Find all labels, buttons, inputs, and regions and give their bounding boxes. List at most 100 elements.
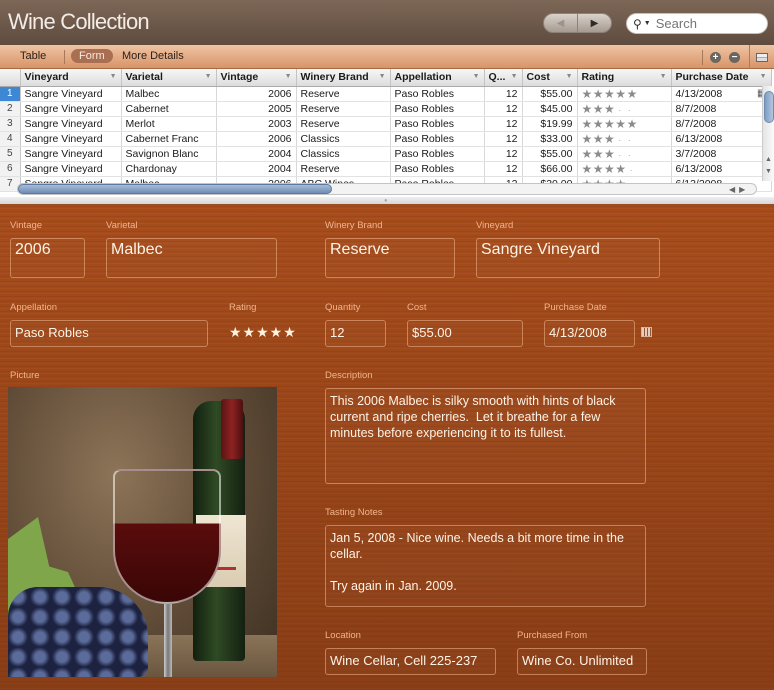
table-row[interactable]: 3 Sangre Vineyard Merlot 2003 Reserve Paso Ro…	[0, 116, 772, 132]
cell-appellation[interactable]: Paso Robles	[390, 86, 485, 102]
cell-brand[interactable]: Reserve	[296, 86, 391, 102]
cell-date[interactable]: 3/7/2008	[671, 146, 772, 162]
table-row[interactable]: 5 Sangre Vineyard Savignon Blanc 2004 Classi…	[0, 146, 772, 162]
cost-field[interactable]: $55.00	[407, 320, 523, 347]
horizontal-scroll-thumb[interactable]	[18, 184, 332, 194]
star-empty-dot-icon[interactable]: ·	[618, 105, 622, 115]
cell-vineyard[interactable]: Sangre Vineyard	[20, 101, 122, 117]
cell-date[interactable]: 6/13/2008	[671, 131, 772, 147]
column-header-purchase-date[interactable]: Purchase Date ▼	[671, 69, 772, 87]
vertical-scrollbar[interactable]: ▲ ▼	[762, 86, 774, 181]
cell-rating[interactable]: ★★★ · ·	[577, 131, 672, 147]
cell-vintage[interactable]: 2004	[216, 146, 297, 162]
star-filled-icon[interactable]: ★	[593, 102, 604, 116]
winery-brand-field[interactable]: Reserve	[325, 238, 455, 278]
star-empty-dot-icon[interactable]: ·	[618, 135, 622, 145]
table-row[interactable]: 2 Sangre Vineyard Cabernet 2005 Reserve Paso …	[0, 101, 772, 117]
sort-arrow-icon[interactable]: ▼	[660, 73, 667, 80]
sort-arrow-icon[interactable]: ▼	[205, 73, 212, 80]
cell-cost[interactable]: $19.99	[522, 116, 578, 132]
star-filled-icon[interactable]: ★	[582, 147, 593, 161]
row-number-cell[interactable]: 4	[0, 131, 21, 147]
cell-rating[interactable]: ★★★ · ·	[577, 146, 672, 162]
star-filled-icon[interactable]: ★	[604, 162, 615, 176]
star-filled-icon[interactable]: ★	[627, 87, 638, 101]
star-filled-icon[interactable]: ★	[582, 117, 593, 131]
column-header-vintage[interactable]: Vintage ▼	[216, 69, 297, 87]
cell-vintage[interactable]: 2004	[216, 161, 297, 177]
search-input[interactable]	[655, 16, 756, 31]
cell-qty[interactable]: 12	[484, 161, 523, 177]
star-empty-dot-icon[interactable]: ·	[628, 135, 632, 145]
cell-qty[interactable]: 12	[484, 101, 523, 117]
star-filled-icon[interactable]: ★	[582, 162, 593, 176]
cell-brand[interactable]: Classics	[296, 146, 391, 162]
sort-arrow-icon[interactable]: ▼	[566, 73, 573, 80]
column-header-vineyard[interactable]: Vineyard ▼	[20, 69, 122, 87]
back-button[interactable]: ◀	[544, 14, 578, 32]
add-record-button[interactable]: +	[710, 52, 721, 63]
cell-rating[interactable]: ★★★ · ·	[577, 101, 672, 117]
cell-vintage[interactable]: 2005	[216, 101, 297, 117]
table-row[interactable]: 6 Sangre Vineyard Chardonay 2004 Reserve Paso…	[0, 161, 772, 177]
cell-qty[interactable]: 12	[484, 116, 523, 132]
cell-varietal[interactable]: Cabernet Franc	[121, 131, 217, 147]
scroll-up-arrow-icon[interactable]: ▲	[765, 156, 772, 163]
cell-brand[interactable]: Classics	[296, 131, 391, 147]
column-header-varietal[interactable]: Varietal ▼	[121, 69, 217, 87]
table-row[interactable]: 4 Sangre Vineyard Cabernet Franc 2006 Classi…	[0, 131, 772, 147]
star-filled-icon[interactable]: ★	[615, 87, 626, 101]
star-filled-icon[interactable]: ★	[604, 87, 615, 101]
cell-appellation[interactable]: Paso Robles	[390, 116, 485, 132]
cell-brand[interactable]: Reserve	[296, 101, 391, 117]
vertical-scroll-thumb[interactable]	[764, 91, 774, 123]
forward-button[interactable]: ▶	[578, 14, 611, 32]
sort-arrow-icon[interactable]: ▼	[110, 73, 117, 80]
appellation-field[interactable]: Paso Robles	[10, 320, 208, 347]
cell-date[interactable]: 8/7/2008	[671, 101, 772, 117]
cell-qty[interactable]: 12	[484, 146, 523, 162]
cell-vineyard[interactable]: Sangre Vineyard	[20, 86, 122, 102]
layout-toggle-button[interactable]	[749, 45, 774, 69]
cell-vintage[interactable]: 2006	[216, 131, 297, 147]
varietal-field[interactable]: Malbec	[106, 238, 277, 278]
sort-arrow-icon[interactable]: ▼	[473, 73, 480, 80]
cell-rating[interactable]: ★★★★·	[577, 161, 672, 177]
sort-arrow-icon[interactable]: ▼	[511, 73, 518, 80]
star-empty-dot-icon[interactable]: ·	[628, 150, 632, 160]
purchased-from-field[interactable]: Wine Co. Unlimited	[517, 648, 647, 675]
row-number-cell[interactable]: 3	[0, 116, 21, 132]
quantity-field[interactable]: 12	[325, 320, 386, 347]
cell-rating[interactable]: ★★★★★	[577, 86, 672, 102]
star-filled-icon[interactable]: ★	[582, 102, 593, 116]
cell-vintage[interactable]: 2003	[216, 116, 297, 132]
cell-appellation[interactable]: Paso Robles	[390, 161, 485, 177]
vineyard-field[interactable]: Sangre Vineyard	[476, 238, 660, 278]
star-filled-icon[interactable]: ★	[593, 87, 604, 101]
search-options-caret-icon[interactable]: ▼	[644, 20, 651, 27]
search-icon[interactable]: ⚲	[633, 17, 642, 31]
cell-cost[interactable]: $45.00	[522, 101, 578, 117]
wine-picture[interactable]	[8, 387, 277, 677]
star-filled-icon[interactable]: ★	[593, 132, 604, 146]
calendar-icon[interactable]	[641, 327, 652, 337]
star-empty-dot-icon[interactable]: ·	[630, 165, 634, 175]
cell-vineyard[interactable]: Sangre Vineyard	[20, 131, 122, 147]
horizontal-scrollbar[interactable]	[17, 183, 757, 195]
remove-record-button[interactable]: −	[729, 52, 740, 63]
scroll-down-arrow-icon[interactable]: ▼	[765, 168, 772, 175]
horizontal-scroll-arrows-icon[interactable]: ◀▶	[729, 185, 749, 194]
cell-cost[interactable]: $55.00	[522, 86, 578, 102]
cell-vintage[interactable]: 2006	[216, 86, 297, 102]
row-number-cell[interactable]: 2	[0, 101, 21, 117]
cell-cost[interactable]: $66.00	[522, 161, 578, 177]
cell-varietal[interactable]: Merlot	[121, 116, 217, 132]
cell-varietal[interactable]: Savignon Blanc	[121, 146, 217, 162]
star-filled-icon[interactable]: ★	[604, 102, 615, 116]
location-field[interactable]: Wine Cellar, Cell 225-237	[325, 648, 496, 675]
sort-arrow-icon[interactable]: ▼	[760, 73, 767, 80]
star-filled-icon[interactable]: ★	[615, 117, 626, 131]
cell-appellation[interactable]: Paso Robles	[390, 131, 485, 147]
star-filled-icon[interactable]: ★	[593, 147, 604, 161]
cell-qty[interactable]: 12	[484, 131, 523, 147]
